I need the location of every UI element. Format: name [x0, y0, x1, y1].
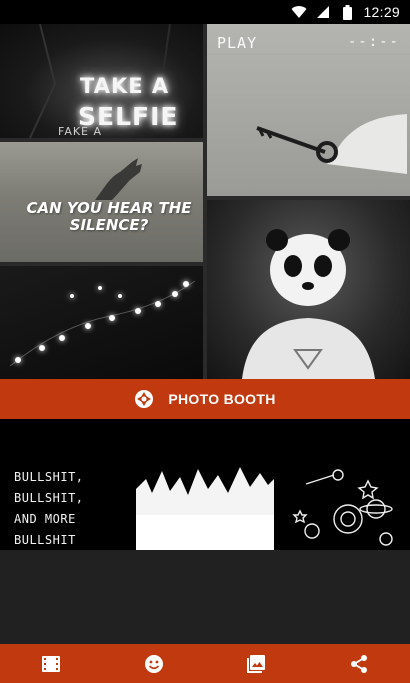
silence-caption: CAN YOU HEAR THE SILENCE?	[26, 199, 192, 234]
photo-booth-label: PHOTO BOOTH	[168, 391, 276, 407]
wifi-icon	[291, 5, 307, 19]
collage-tile-panda[interactable]	[207, 200, 410, 379]
string-lights	[9, 280, 196, 367]
bottom-toolbar	[0, 644, 410, 683]
collage-grid[interactable]: TAKE A SELFIE FAKE A CAN YOU HEAR THE SI…	[0, 24, 410, 379]
film-button[interactable]	[26, 644, 76, 683]
collage-tile-play[interactable]: PLAY --:--	[207, 24, 410, 196]
sticker-strip[interactable]: BULLSHIT, BULLSHIT, AND MORE BULLSHIT	[0, 419, 410, 550]
neon-reflection: FAKE A	[58, 125, 103, 138]
collage-tile-silence[interactable]: CAN YOU HEAR THE SILENCE?	[0, 142, 203, 262]
sticker-bullshit[interactable]: BULLSHIT, BULLSHIT, AND MORE BULLSHIT	[0, 419, 134, 550]
clock: 12:29	[363, 4, 400, 20]
shutter-icon	[135, 390, 154, 408]
emoji-icon	[144, 654, 163, 673]
battery-icon	[339, 4, 355, 20]
panda-art	[242, 229, 375, 379]
collage-tile-lights[interactable]	[0, 266, 203, 379]
neon-line-1: TAKE A	[80, 74, 170, 98]
gallery-icon	[247, 654, 266, 673]
collage-tile-selfie[interactable]: TAKE A SELFIE FAKE A	[0, 24, 203, 138]
planets-art	[292, 469, 393, 546]
share-button[interactable]	[334, 644, 384, 683]
status-bar: 12:29	[0, 0, 410, 24]
share-icon	[350, 654, 367, 673]
signal-icon	[315, 5, 331, 19]
film-icon	[42, 655, 61, 672]
emoji-button[interactable]	[129, 644, 179, 683]
sticker-planets[interactable]	[276, 419, 410, 550]
hand-silhouette	[95, 158, 142, 200]
forest-art	[136, 419, 274, 550]
hand-key-art	[207, 53, 410, 174]
empty-panel	[0, 550, 410, 644]
sticker-text: BULLSHIT, BULLSHIT, AND MORE BULLSHIT	[14, 470, 84, 547]
gallery-button[interactable]	[231, 644, 281, 683]
photo-booth-button[interactable]: PHOTO BOOTH	[0, 379, 410, 419]
sticker-forest[interactable]	[136, 419, 274, 550]
